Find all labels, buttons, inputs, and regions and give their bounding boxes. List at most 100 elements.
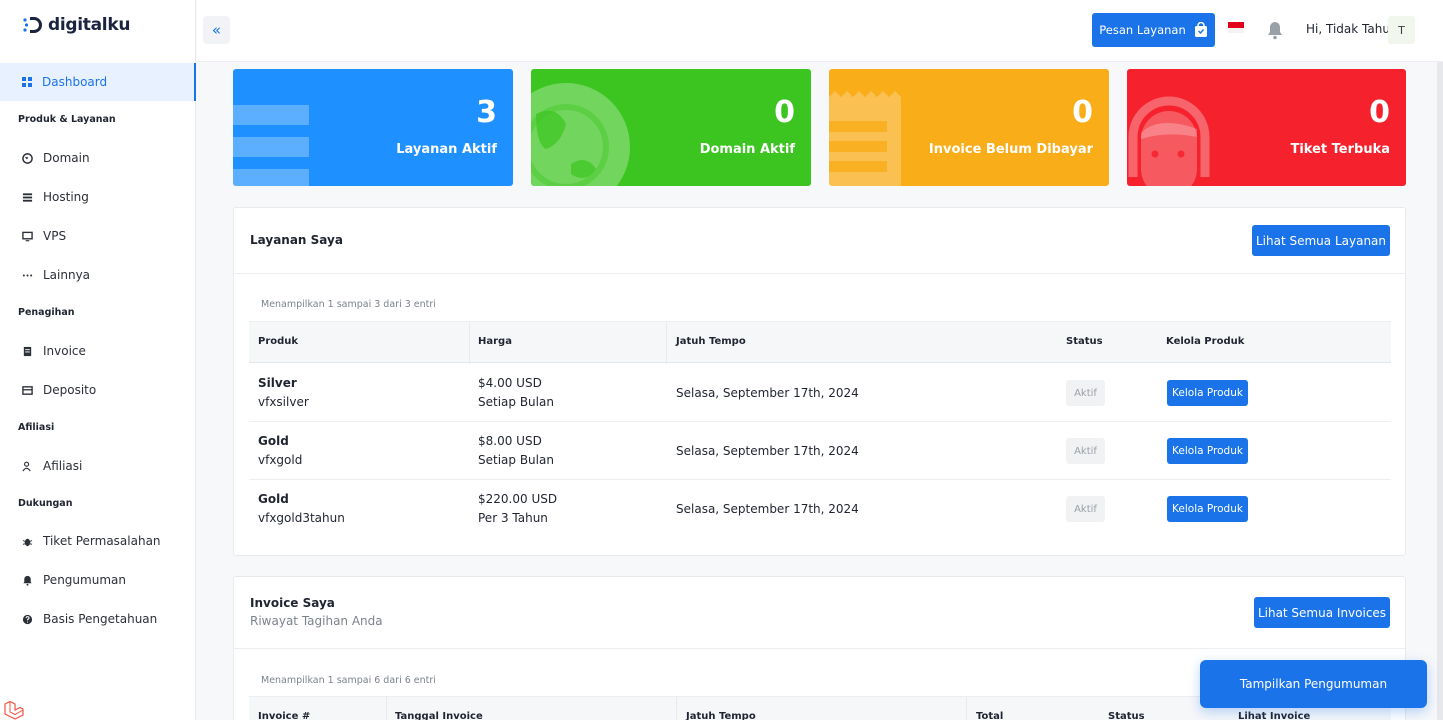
services-entries-info: Menampilkan 1 sampai 3 dari 3 entri (261, 299, 436, 310)
sidebar-item-lainnya[interactable]: Lainnya (22, 265, 90, 285)
dashboard-icon (22, 77, 32, 87)
app-root: digitalku Dashboard Produk & Layanan Dom… (0, 0, 1443, 720)
manage-product-button[interactable]: Kelola Produk (1167, 438, 1248, 464)
sidebar-item-dashboard[interactable]: Dashboard (0, 63, 196, 101)
column-header[interactable]: Lihat Invoice (1238, 711, 1310, 720)
column-header[interactable]: Produk (258, 336, 298, 347)
sidebar-item-basis[interactable]: Basis Pengetahuan (22, 609, 157, 629)
brand-name: digitalku (48, 15, 131, 35)
sidebar-item-afiliasi[interactable]: Afiliasi (22, 456, 82, 476)
stat-card-invoice[interactable]: 0 Invoice Belum Dibayar (829, 69, 1109, 186)
column-header[interactable]: Harga (478, 336, 512, 347)
sidebar-item-label: Deposito (43, 383, 97, 397)
product-code: vfxsilver (258, 395, 309, 409)
sidebar-item-invoice[interactable]: Invoice (22, 341, 86, 361)
globe-icon (531, 83, 630, 186)
brand-logo[interactable]: digitalku (22, 10, 130, 40)
product-code: vfxgold3tahun (258, 511, 345, 525)
table-row: Silver vfxsilver $4.00 USD Setiap Bulan … (249, 364, 1391, 422)
invoices-subtitle: Riwayat Tagihan Anda (250, 614, 383, 628)
column-header[interactable]: Jatuh Tempo (686, 711, 756, 720)
section-penagihan: Penagihan (18, 307, 75, 318)
page-scrollbar[interactable] (1437, 62, 1443, 720)
column-header[interactable]: Invoice # (258, 711, 310, 720)
sidebar-item-label: Dashboard (42, 75, 108, 89)
billing-cycle: Per 3 Tahun (478, 511, 548, 525)
product-name: Gold (258, 492, 289, 506)
server-icon (22, 192, 33, 202)
sidebar-item-label: Pengumuman (43, 573, 126, 587)
sidebar-item-tiket[interactable]: Tiket Permasalahan (22, 531, 161, 551)
product-code: vfxgold (258, 453, 303, 467)
users-icon (22, 461, 31, 471)
due-date: Selasa, September 17th, 2024 (676, 502, 859, 516)
sidebar-item-domain[interactable]: Domain (22, 148, 90, 168)
sidebar-item-vps[interactable]: VPS (22, 226, 66, 246)
billing-cycle: Setiap Bulan (478, 395, 554, 409)
monitor-icon (22, 231, 33, 241)
invoices-title: Invoice Saya (250, 596, 335, 610)
stat-card-tiket[interactable]: 0 Tiket Terbuka (1127, 69, 1406, 186)
panel-divider (234, 648, 1405, 649)
section-dukungan: Dukungan (18, 498, 73, 509)
column-header[interactable]: Total (976, 711, 1003, 720)
stat-label: Domain Aktif (699, 142, 795, 157)
stat-card-layanan[interactable]: 3 Layanan Aktif (233, 69, 513, 186)
due-date: Selasa, September 17th, 2024 (676, 386, 859, 400)
product-price: $8.00 USD (478, 434, 542, 448)
sidebar: digitalku Dashboard Produk & Layanan Dom… (0, 0, 196, 720)
services-title: Layanan Saya (250, 233, 343, 247)
sidebar-item-deposito[interactable]: Deposito (22, 380, 96, 400)
wallet-icon (22, 385, 33, 395)
order-service-label: Pesan Layanan (1099, 23, 1186, 37)
language-flag-icon[interactable] (1228, 22, 1244, 33)
laravel-icon (4, 700, 24, 720)
order-service-button[interactable]: Pesan Layanan (1092, 13, 1215, 47)
stat-card-domain[interactable]: 0 Domain Aktif (531, 69, 811, 186)
sidebar-item-pengumuman[interactable]: Pengumuman (22, 570, 126, 590)
section-afiliasi: Afiliasi (18, 422, 55, 433)
column-header[interactable]: Jatuh Tempo (676, 336, 746, 347)
user-greeting[interactable]: Hi, Tidak Tahu (1306, 22, 1390, 36)
sidebar-item-label: Afiliasi (43, 459, 83, 473)
table-row: Gold vfxgold3tahun $220.00 USD Per 3 Tah… (249, 480, 1391, 538)
top-header: « Pesan Layanan Hi, Tidak Tahu T (197, 0, 1443, 62)
manage-product-button[interactable]: Kelola Produk (1167, 380, 1248, 406)
bell-icon (23, 575, 32, 586)
show-announcements-button[interactable]: Tampilkan Pengumuman (1200, 660, 1427, 708)
sidebar-item-label: Invoice (43, 344, 86, 358)
notification-bell-icon[interactable] (1266, 20, 1284, 40)
user-avatar[interactable]: T (1388, 16, 1415, 44)
shopping-bag-icon (1194, 22, 1207, 37)
column-header[interactable]: Kelola Produk (1166, 336, 1244, 347)
sidebar-item-hosting[interactable]: Hosting (22, 187, 89, 207)
product-name: Silver (258, 376, 297, 390)
invoice-icon (23, 346, 32, 356)
stat-value: 0 (1072, 95, 1093, 130)
status-badge: Aktif (1066, 438, 1105, 464)
column-header[interactable]: Status (1066, 336, 1103, 347)
section-produk: Produk & Layanan (18, 114, 116, 125)
stat-label: Tiket Terbuka (1290, 142, 1390, 157)
view-all-services-button[interactable]: Lihat Semua Layanan (1252, 225, 1390, 256)
column-header[interactable]: Status (1108, 711, 1145, 720)
product-price: $220.00 USD (478, 492, 558, 506)
more-icon (22, 273, 33, 277)
product-name: Gold (258, 434, 289, 448)
logo-icon (23, 17, 42, 33)
services-panel: Layanan Saya Lihat Semua Layanan Menampi… (233, 207, 1406, 556)
bug-icon (22, 538, 33, 546)
collapse-sidebar-button[interactable]: « (203, 16, 230, 44)
manage-product-button[interactable]: Kelola Produk (1167, 496, 1248, 522)
view-all-invoices-button[interactable]: Lihat Semua Invoices (1254, 597, 1390, 628)
due-date: Selasa, September 17th, 2024 (676, 444, 859, 458)
product-price: $4.00 USD (478, 376, 542, 390)
invoices-entries-info: Menampilkan 1 sampai 6 dari 6 entri (261, 675, 436, 686)
billing-cycle: Setiap Bulan (478, 453, 554, 467)
stat-value: 0 (1369, 95, 1390, 130)
headset-icon (1128, 96, 1210, 186)
column-header[interactable]: Tanggal Invoice (395, 711, 483, 720)
panel-divider (234, 273, 1405, 274)
question-icon (22, 614, 33, 624)
services-table-header: Produk Harga Jatuh Tempo Status Kelola P… (249, 321, 1391, 364)
